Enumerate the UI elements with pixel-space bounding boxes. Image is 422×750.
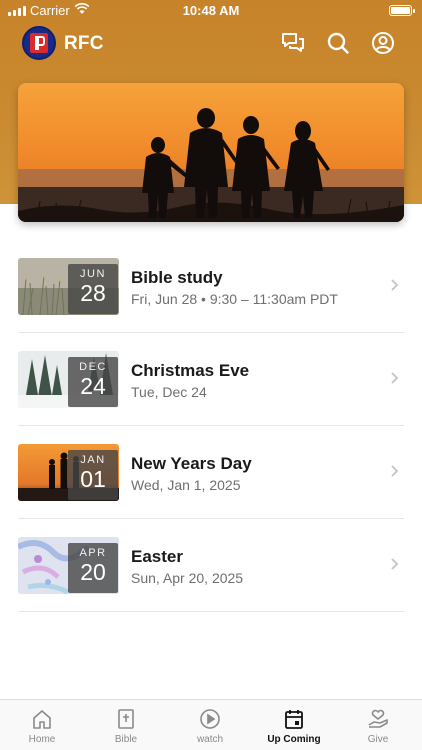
- app-title: RFC: [64, 33, 104, 54]
- tab-label: Home: [28, 734, 56, 745]
- date-badge: JUN 28: [68, 264, 118, 314]
- chevron-right-icon: [391, 465, 399, 477]
- event-thumbnail: DEC 24: [18, 351, 119, 408]
- chevron-right-icon: [391, 372, 399, 384]
- profile-icon[interactable]: [370, 30, 396, 56]
- app-header: RFC: [0, 24, 422, 64]
- event-item[interactable]: JUN 28 Bible study Fri, Jun 28 • 9:30 – …: [18, 240, 404, 333]
- date-badge: DEC 24: [68, 357, 118, 407]
- event-title: New Years Day: [131, 454, 252, 473]
- event-subtitle: Tue, Dec 24: [131, 384, 207, 400]
- event-item[interactable]: APR 20 Easter Sun, Apr 20, 2025: [18, 519, 404, 612]
- event-title: Easter: [131, 547, 183, 566]
- tab-label: Bible: [114, 734, 138, 745]
- battery-icon: [389, 5, 415, 16]
- calendar-icon: [285, 710, 303, 729]
- event-subtitle: Fri, Jun 28 • 9:30 – 11:30am PDT: [131, 291, 338, 307]
- date-badge: JAN 01: [68, 450, 118, 500]
- status-bar: Carrier 10:48 AM: [0, 0, 422, 22]
- event-item[interactable]: DEC 24 Christmas Eve Tue, Dec 24: [18, 333, 404, 426]
- event-thumbnail: JUN 28: [18, 258, 119, 315]
- event-thumbnail: APR 20: [18, 537, 119, 594]
- tab-label: watch: [196, 734, 224, 745]
- event-title: Bible study: [131, 268, 223, 287]
- play-icon: [200, 709, 220, 729]
- status-time: 10:48 AM: [182, 3, 240, 18]
- tab-up-coming[interactable]: Up Coming: [252, 700, 336, 750]
- chat-icon[interactable]: [280, 30, 306, 56]
- bible-icon: [118, 709, 134, 729]
- tab-bar: Home Bible watch Up Coming Give: [0, 699, 422, 750]
- event-title: Christmas Eve: [131, 361, 250, 380]
- search-icon[interactable]: [325, 30, 351, 56]
- event-month: JUN: [80, 268, 106, 280]
- event-day: 24: [80, 373, 106, 399]
- event-list: JUN 28 Bible study Fri, Jun 28 • 9:30 – …: [18, 240, 404, 612]
- event-month: DEC: [79, 361, 107, 373]
- tab-label: Give: [367, 734, 389, 745]
- tab-watch[interactable]: watch: [168, 700, 252, 750]
- church-logo[interactable]: [22, 26, 56, 60]
- event-day: 01: [80, 466, 106, 492]
- chevron-right-icon: [391, 279, 399, 291]
- tab-label: Up Coming: [267, 734, 321, 745]
- event-day: 28: [80, 280, 106, 306]
- event-thumbnail: JAN 01: [18, 444, 119, 501]
- date-badge: APR 20: [68, 543, 118, 593]
- tab-give[interactable]: Give: [336, 700, 420, 750]
- event-month: JAN: [80, 454, 106, 466]
- hero-image[interactable]: [18, 83, 404, 222]
- event-subtitle: Wed, Jan 1, 2025: [131, 477, 241, 493]
- tab-bible[interactable]: Bible: [84, 700, 168, 750]
- event-item[interactable]: JAN 01 New Years Day Wed, Jan 1, 2025: [18, 426, 404, 519]
- tab-home[interactable]: Home: [0, 700, 84, 750]
- chevron-right-icon: [391, 558, 399, 570]
- event-month: APR: [79, 547, 107, 559]
- home-icon: [33, 710, 51, 729]
- give-icon: [368, 709, 388, 728]
- event-subtitle: Sun, Apr 20, 2025: [131, 570, 244, 586]
- event-day: 20: [80, 559, 106, 585]
